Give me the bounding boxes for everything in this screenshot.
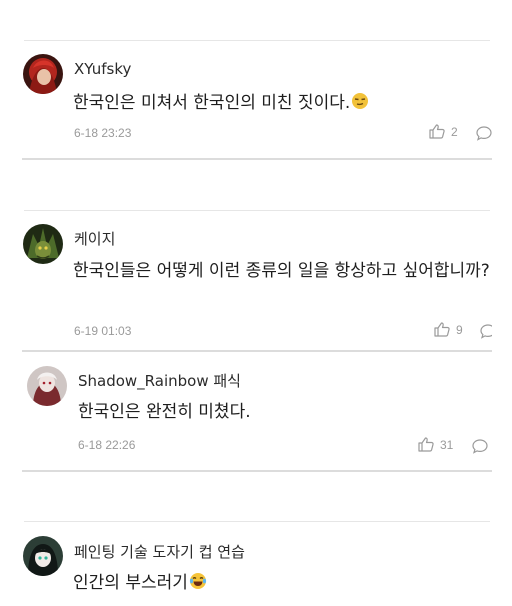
avatar-pale-character-image: [27, 366, 67, 406]
divider: [22, 158, 492, 160]
comment-text: 한국인들은 어떻게 이런 종류의 일을 항상하고 싶어합니까?: [73, 261, 490, 281]
avatar[interactable]: [23, 54, 63, 94]
comment-bubble-icon: [480, 324, 492, 339]
reply-button[interactable]: [476, 125, 492, 141]
like-button[interactable]: 9: [434, 322, 463, 337]
like-count: 9: [456, 322, 463, 337]
like-count: 2: [451, 124, 458, 139]
username[interactable]: 케이지: [74, 228, 115, 249]
comment-text: 인간의 부스러기: [73, 570, 493, 599]
like-button[interactable]: 2: [429, 124, 458, 139]
avatar[interactable]: [23, 224, 63, 264]
timestamp: 6-18 23:23: [74, 126, 132, 140]
divider: [24, 40, 490, 41]
smug-face-emoji: [351, 92, 369, 119]
avatar-red-hair-image: [23, 54, 63, 94]
avatar[interactable]: [27, 366, 67, 406]
username[interactable]: Shadow_Rainbow 패식: [78, 370, 241, 391]
reply-button[interactable]: [480, 323, 492, 339]
timestamp: 6-19 01:03: [74, 324, 132, 338]
username[interactable]: XYufsky: [74, 60, 131, 78]
divider: [22, 470, 492, 472]
comment-text: 한국인은 미쳐서 한국인의 미친 짓이다.: [73, 90, 493, 119]
reply-button[interactable]: [472, 438, 488, 454]
comment-bubble-icon: [472, 439, 488, 454]
divider: [24, 521, 490, 522]
thumbs-up-icon: [418, 437, 434, 452]
comment-bubble-icon: [476, 126, 492, 141]
thumbs-up-icon: [429, 124, 445, 139]
like-button[interactable]: 31: [418, 437, 453, 452]
thumbs-up-icon: [434, 322, 450, 337]
divider: [24, 210, 490, 211]
like-count: 31: [440, 437, 454, 452]
avatar-green-creature-image: [23, 224, 63, 264]
avatar[interactable]: [23, 536, 63, 576]
timestamp: 6-18 22:26: [78, 438, 136, 452]
avatar-anime-girl-image: [23, 536, 63, 576]
username[interactable]: 페인팅 기술 도자기 컵 연습: [74, 541, 245, 562]
laughing-tears-emoji: [189, 572, 207, 599]
divider: [22, 350, 492, 352]
comment-text: 한국인은 완전히 미쳤다.: [78, 402, 251, 422]
